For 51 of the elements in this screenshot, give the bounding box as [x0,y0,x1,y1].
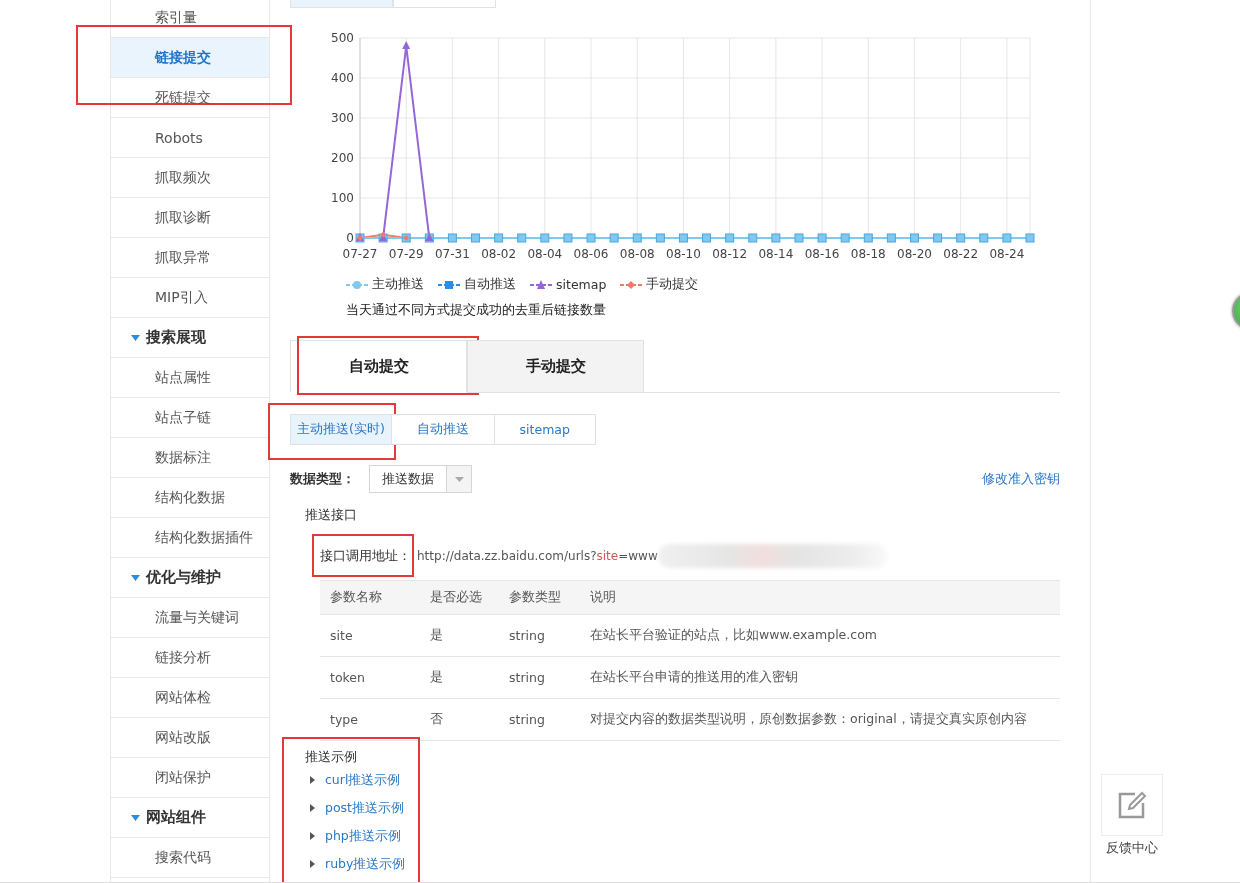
section-title: 网站组件 [146,808,206,827]
field-label: 数据类型： [290,470,355,488]
axis-label: 08-14 [758,247,794,261]
table-cell-text: string [509,670,546,685]
legend-label: 自动推送 [464,276,516,293]
axis-label: 08-10 [666,247,701,261]
axis-label: 08-18 [850,247,886,261]
legend-label: 主动推送 [372,276,424,293]
table-cell-text: 在站长平台验证的站点，比如www.example.com [590,627,878,644]
axis-label: 08-12 [712,247,748,261]
axis-label: 07-31 [435,247,470,261]
table-cell-text: token [330,670,366,685]
axis-label: 100 [331,191,354,205]
table-cell-text: 在站长平台申请的推送用的准入密钥 [590,669,799,686]
table-cell-text: 对提交内容的数据类型说明，原创数据参数：original，请提交真实原创内容 [590,711,1028,728]
axis-label: 200 [331,151,354,165]
axis-label: 08-16 [804,247,840,261]
axis-label: 08-06 [573,247,609,261]
axis-label: 08-02 [481,247,517,261]
api-url: http://data.zz.baidu.com/urls?site=www [417,549,658,563]
section-title: 优化与维护 [146,568,221,587]
field-label: 接口调用地址： [320,547,411,563]
chart-caption: 当天通过不同方式提交成功的去重后链接数量 [346,302,607,319]
column-header: 说明 [590,589,617,606]
axis-label: 500 [331,31,354,45]
table-cell-text: string [509,712,546,727]
table-cell-text: 否 [430,711,444,728]
column-header: 参数类型 [509,589,562,606]
axis-label: 08-22 [943,247,979,261]
axis-label: 07-27 [342,247,378,261]
axis-label: 08-24 [989,247,1025,261]
section-title: 推送示例 [305,749,358,766]
section-title: 搜索展现 [146,328,206,347]
axis-label: 08-08 [619,247,655,261]
legend-label: sitemap [556,277,607,292]
column-header: 是否必选 [430,589,483,606]
table-cell-text: 是 [430,669,444,686]
axis-label: 07-29 [388,247,424,261]
table-cell-text: site [330,628,354,643]
table-cell-text: type [330,712,359,727]
column-header: 参数名称 [330,589,383,606]
table-cell-text: 是 [430,627,444,644]
table-cell-text: string [509,628,546,643]
axis-label: 400 [331,71,354,85]
axis-label: 0 [346,231,354,245]
axis-label: 08-04 [527,247,563,261]
axis-label: 08-20 [897,247,932,261]
feedback-label: 反馈中心 [1106,840,1158,857]
section-title: 推送接口 [305,507,358,524]
legend-label: 手动提交 [646,276,699,293]
axis-label: 300 [331,111,354,125]
